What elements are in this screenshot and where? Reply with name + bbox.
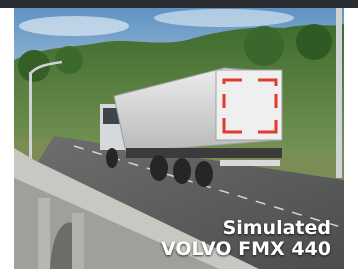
caption-line-simulated: Simulated [222, 217, 331, 239]
wheel [173, 158, 191, 184]
tree [244, 26, 284, 66]
truck-scene-photo: Simulated VOLVO FMX 440 [14, 8, 344, 269]
cloud [19, 16, 129, 36]
tree [55, 46, 83, 74]
rear-bumper [220, 160, 280, 166]
bridge-pier [38, 198, 50, 269]
bridge-pier [72, 213, 84, 269]
trailer-chassis [126, 148, 282, 158]
wheel [195, 161, 213, 187]
wheel [150, 155, 168, 181]
caption-line-model: VOLVO FMX 440 [161, 238, 331, 261]
cloud [154, 9, 294, 27]
wheel [106, 148, 118, 168]
lamp-post [336, 8, 342, 178]
tree [296, 24, 332, 60]
image-caption: Simulated VOLVO FMX 440 [161, 217, 331, 261]
top-dark-strip [0, 0, 358, 8]
screenshot-frame: Simulated VOLVO FMX 440 [0, 0, 358, 269]
